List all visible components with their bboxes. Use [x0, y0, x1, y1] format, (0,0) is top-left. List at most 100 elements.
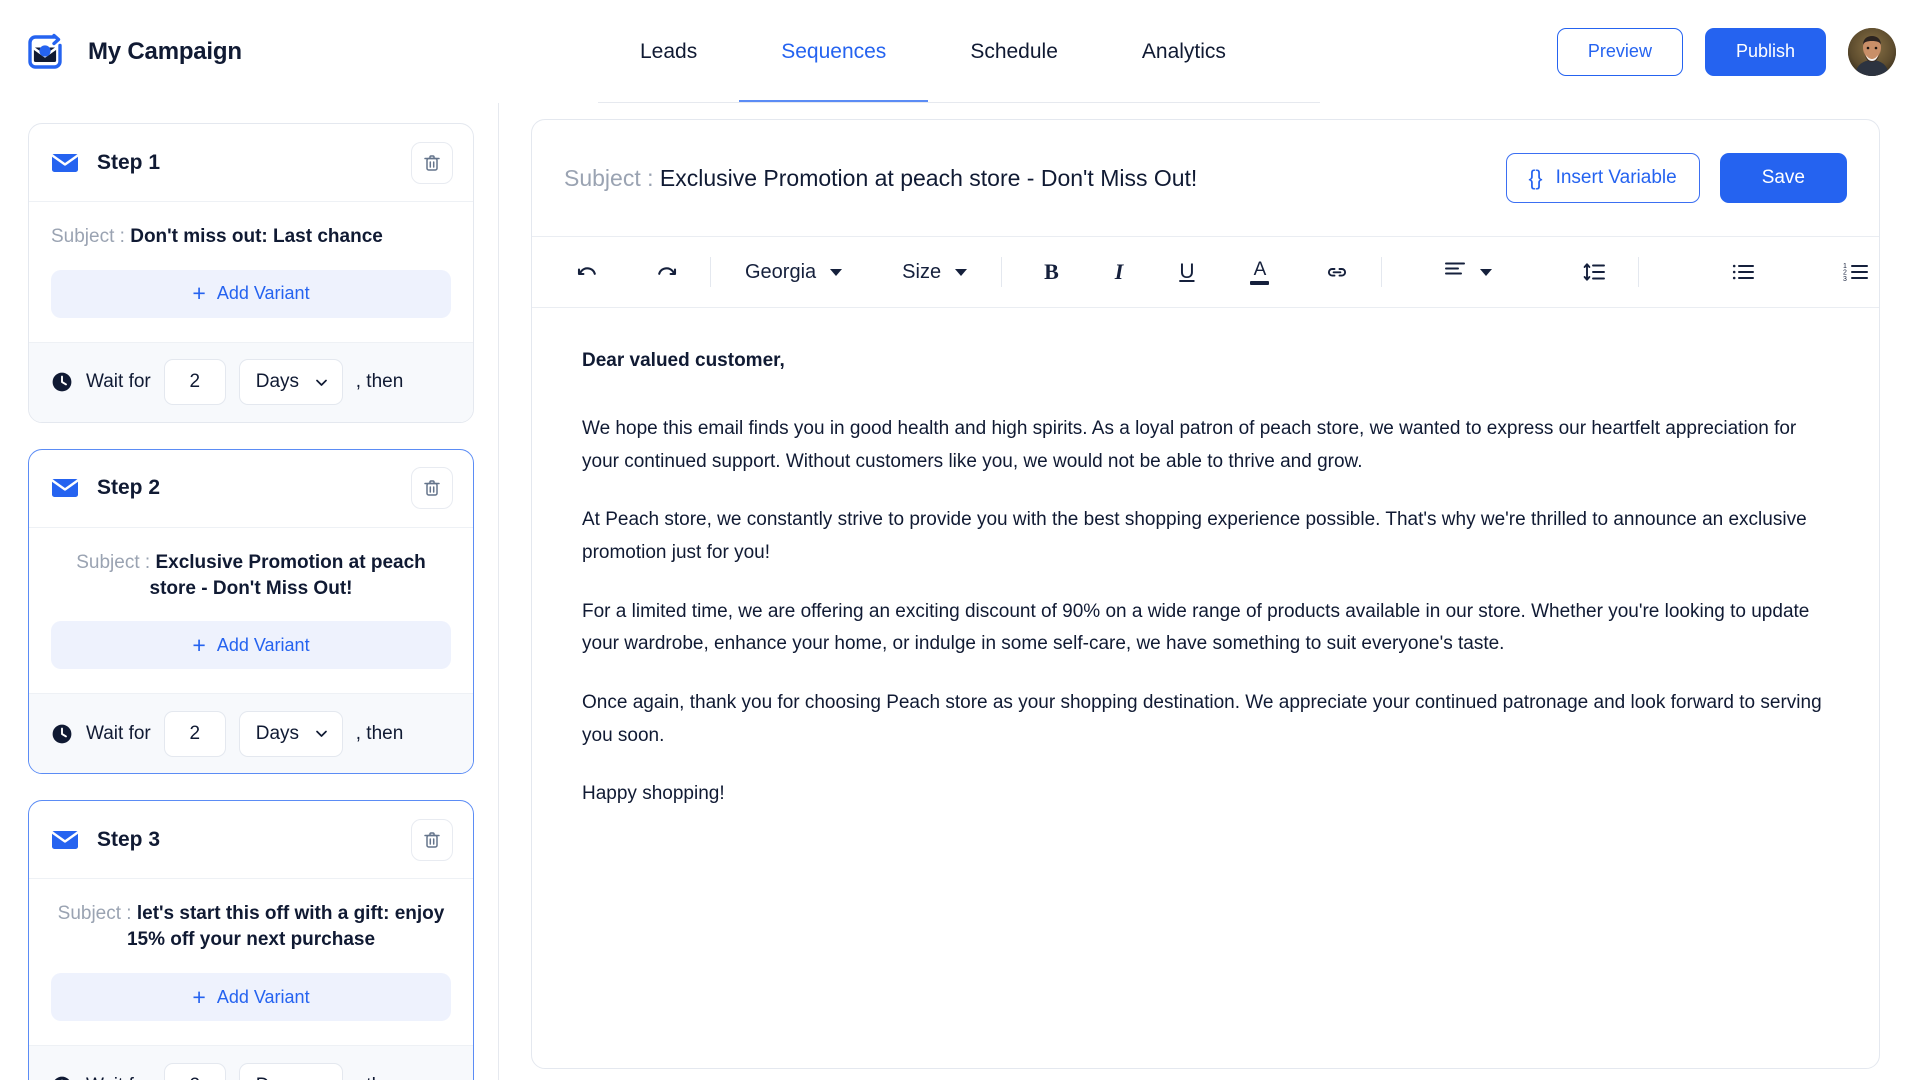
- main-nav: Leads Sequences Schedule Analytics: [598, 0, 1268, 103]
- header-actions: Preview Publish: [1556, 0, 1896, 103]
- svg-text:3: 3: [1843, 276, 1847, 283]
- line-height-button[interactable]: [1568, 250, 1620, 294]
- wait-unit-value: Days: [256, 1075, 299, 1080]
- add-variant-button[interactable]: + Add Variant: [51, 973, 451, 1022]
- insert-variable-button[interactable]: {} Insert Variable: [1505, 153, 1700, 203]
- step-card[interactable]: Step 1 Subject : Don't miss out: Last ch…: [28, 123, 474, 423]
- delete-step-button[interactable]: [411, 818, 453, 861]
- step-card[interactable]: Step 2 Subject : Exclusive Promotion at …: [28, 448, 474, 775]
- app-header: My Campaign Leads Sequences Schedule Ana…: [0, 0, 1920, 103]
- envelope-icon: [51, 474, 79, 502]
- then-label: , then: [355, 722, 404, 744]
- wait-for-label: Wait for: [86, 1075, 151, 1080]
- chevron-down-icon: [314, 375, 329, 390]
- step-body: Subject : Don't miss out: Last chance + …: [29, 202, 473, 342]
- text-color-icon: A: [1250, 260, 1270, 285]
- wait-value-input[interactable]: [163, 359, 226, 406]
- wait-for-label: Wait for: [86, 722, 151, 744]
- subject-value: Exclusive Promotion at peach store - Don…: [149, 551, 426, 599]
- subject-label: Subject :: [564, 164, 654, 191]
- editor-subject[interactable]: Subject : Exclusive Promotion at peach s…: [564, 165, 1486, 192]
- line-height-icon: [1582, 261, 1606, 283]
- underline-icon: U: [1179, 260, 1195, 283]
- tab-sequences[interactable]: Sequences: [739, 0, 929, 103]
- step-card[interactable]: Step 3 Subject : let's start this off wi…: [28, 800, 474, 1080]
- subject-value: Don't miss out: Last chance: [130, 226, 383, 247]
- step-title: Step 3: [97, 827, 161, 851]
- step-title: Step 2: [97, 476, 161, 500]
- bold-button[interactable]: B: [1030, 250, 1073, 294]
- steps-sidebar: Step 1 Subject : Don't miss out: Last ch…: [0, 103, 499, 1080]
- email-paragraph: For a limited time, we are offering an e…: [582, 600, 1810, 655]
- wait-value-input[interactable]: [163, 710, 226, 757]
- tab-leads[interactable]: Leads: [598, 0, 739, 103]
- bullet-list-icon: [1731, 261, 1755, 283]
- envelope-icon: [51, 149, 79, 177]
- avatar[interactable]: [1848, 27, 1896, 76]
- numbered-list-button[interactable]: 1 2 3: [1829, 250, 1879, 294]
- brand: My Campaign: [0, 31, 500, 73]
- trash-icon: [422, 830, 442, 850]
- font-family-value: Georgia: [745, 260, 817, 283]
- header-divider: [598, 102, 1320, 103]
- italic-icon: I: [1114, 259, 1124, 284]
- wait-for-label: Wait for: [86, 371, 151, 393]
- email-editor-pane: Subject : Exclusive Promotion at peach s…: [499, 103, 1920, 1080]
- step-body: Subject : let's start this off with a gi…: [29, 879, 473, 1045]
- save-button[interactable]: Save: [1719, 153, 1847, 203]
- envelope-icon: [51, 826, 79, 854]
- delete-step-button[interactable]: [411, 467, 453, 510]
- editor-card: Subject : Exclusive Promotion at peach s…: [531, 119, 1880, 1069]
- toolbar-divider: [1638, 257, 1640, 287]
- wait-unit-select[interactable]: Days: [238, 359, 343, 406]
- step-wait-row: Wait for Days , then: [29, 693, 473, 774]
- email-paragraph: Happy shopping!: [582, 783, 725, 805]
- wait-unit-select[interactable]: Days: [238, 1062, 343, 1080]
- add-variant-button[interactable]: + Add Variant: [51, 269, 451, 318]
- subject-value: Exclusive Promotion at peach store - Don…: [659, 164, 1198, 191]
- text-align-select[interactable]: [1428, 259, 1508, 285]
- text-color-button[interactable]: A: [1236, 250, 1283, 294]
- publish-button[interactable]: Publish: [1704, 27, 1826, 76]
- wait-value-input[interactable]: [163, 1062, 226, 1080]
- redo-button[interactable]: [641, 250, 692, 294]
- email-paragraph: Once again, thank you for choosing Peach…: [582, 692, 1822, 746]
- chevron-down-icon: [314, 726, 329, 741]
- subject-label: Subject :: [51, 226, 125, 247]
- tab-analytics[interactable]: Analytics: [1100, 0, 1268, 103]
- add-variant-button[interactable]: + Add Variant: [51, 621, 451, 670]
- email-body-editor[interactable]: Dear valued customer, We hope this email…: [532, 308, 1879, 1068]
- undo-button[interactable]: [562, 250, 613, 294]
- step-subject: Subject : Exclusive Promotion at peach s…: [51, 550, 451, 602]
- wait-unit-value: Days: [255, 371, 300, 393]
- add-variant-label: Add Variant: [216, 634, 310, 655]
- wait-unit-select[interactable]: Days: [238, 710, 343, 757]
- delete-step-button[interactable]: [411, 141, 453, 184]
- formatting-toolbar: Georgia Size B I U A 1 2 3: [532, 237, 1879, 308]
- italic-button[interactable]: I: [1101, 250, 1138, 294]
- step-header: Step 2: [29, 450, 473, 528]
- font-size-select[interactable]: Size: [886, 261, 983, 284]
- link-icon: [1325, 260, 1349, 284]
- curly-braces-icon: {}: [1528, 166, 1543, 190]
- undo-icon: [576, 261, 599, 284]
- subject-value: let's start this off with a gift: enjoy …: [126, 903, 445, 951]
- step-subject: Subject : let's start this off with a gi…: [51, 901, 451, 953]
- step-subject: Subject : Don't miss out: Last chance: [51, 224, 451, 250]
- step-header: Step 1: [29, 124, 473, 202]
- underline-button[interactable]: U: [1165, 250, 1208, 294]
- toolbar-divider: [1381, 257, 1383, 287]
- insert-link-button[interactable]: [1311, 250, 1363, 294]
- email-paragraph: At Peach store, we constantly strive to …: [582, 509, 1807, 564]
- add-variant-label: Add Variant: [216, 283, 310, 304]
- tab-schedule[interactable]: Schedule: [928, 0, 1100, 103]
- trash-icon: [422, 153, 442, 173]
- bullet-list-button[interactable]: [1717, 250, 1769, 294]
- font-family-select[interactable]: Georgia: [729, 261, 858, 284]
- chevron-down-icon: [955, 268, 968, 276]
- editor-subject-bar: Subject : Exclusive Promotion at peach s…: [532, 120, 1879, 237]
- email-paragraph: We hope this email finds you in good hea…: [582, 418, 1797, 472]
- preview-button[interactable]: Preview: [1556, 27, 1683, 76]
- then-label: , then: [355, 371, 404, 393]
- then-label: , then: [356, 1075, 404, 1080]
